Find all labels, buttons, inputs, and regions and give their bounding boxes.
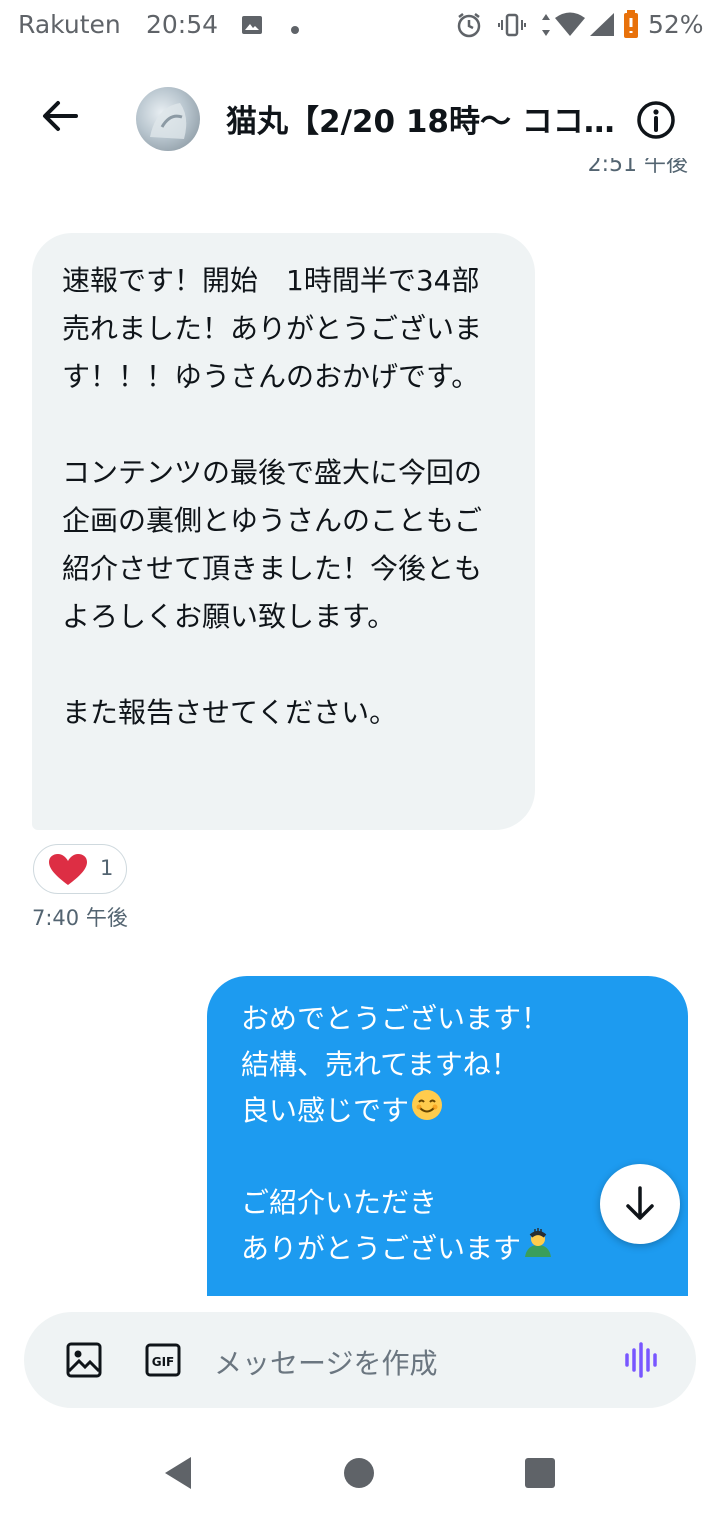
arrow-left-icon (43, 101, 78, 131)
dot-icon (290, 20, 300, 39)
incoming-message-bubble[interactable]: 速報です！開始 1時間半で34部売れました！ありがとうございます！！！ゆうさんの… (32, 233, 535, 830)
previous-message-time: 2:51 午後 (587, 158, 688, 177)
outgoing-line: 良い感じです (241, 1094, 410, 1127)
signal-icon (588, 11, 616, 43)
message-input[interactable]: メッセージを作成 (214, 1342, 437, 1382)
svg-text:GIF: GIF (152, 1355, 175, 1369)
battery-icon (622, 9, 640, 43)
message-composer: GIF メッセージを作成 (24, 1312, 696, 1408)
scroll-to-bottom-button[interactable] (600, 1164, 680, 1244)
gif-icon[interactable]: GIF (145, 1343, 181, 1381)
system-nav-bar (0, 1426, 720, 1520)
incoming-message-text: 速報です！開始 1時間半で34部売れました！ありがとうございます！！！ゆうさんの… (62, 264, 483, 729)
vibrate-icon (498, 11, 526, 43)
nav-back-icon[interactable] (162, 1455, 194, 1495)
outgoing-line: 結構、売れてますね！ (241, 1048, 519, 1081)
info-button[interactable] (636, 100, 676, 140)
reaction-badge[interactable]: 1 (33, 844, 127, 894)
conversation-title[interactable]: 猫丸【2/20 18時〜 ココ… (226, 96, 626, 141)
bowing-person-icon (523, 1227, 553, 1273)
image-icon (240, 13, 264, 41)
outgoing-line: おめでとうございます！ (241, 1002, 550, 1035)
outgoing-line: ありがとうございます (241, 1232, 522, 1265)
heart-icon (49, 854, 87, 885)
info-icon (637, 101, 675, 139)
status-bar: Rakuten 20:54 52% (0, 0, 720, 52)
alarm-icon (455, 11, 483, 43)
clock: 20:54 (146, 10, 219, 39)
nav-home-icon[interactable] (344, 1458, 374, 1488)
data-arrows-icon (540, 11, 552, 43)
outgoing-line: ご紹介いただき (241, 1186, 438, 1219)
arrow-down-icon (626, 1186, 654, 1220)
outgoing-message-bubble[interactable]: おめでとうございます！ 結構、売れてますね！ 良い感じです ご紹介いただき あり… (207, 976, 688, 1336)
reaction-count: 1 (100, 856, 114, 880)
voice-icon[interactable] (624, 1340, 662, 1384)
outgoing-line-with-emoji: 良い感じです (241, 1088, 654, 1134)
battery-percent: 52% (648, 10, 704, 39)
carrier-label: Rakuten (18, 10, 121, 39)
nav-recents-icon[interactable] (525, 1458, 555, 1488)
smiling-face-icon (411, 1089, 443, 1135)
outgoing-line-with-emoji: ありがとうございます (241, 1226, 654, 1272)
message-timestamp: 7:40 午後 (32, 906, 128, 930)
avatar[interactable] (136, 87, 200, 151)
back-button[interactable] (40, 96, 90, 136)
wifi-icon (554, 11, 586, 43)
image-icon[interactable] (66, 1342, 102, 1382)
